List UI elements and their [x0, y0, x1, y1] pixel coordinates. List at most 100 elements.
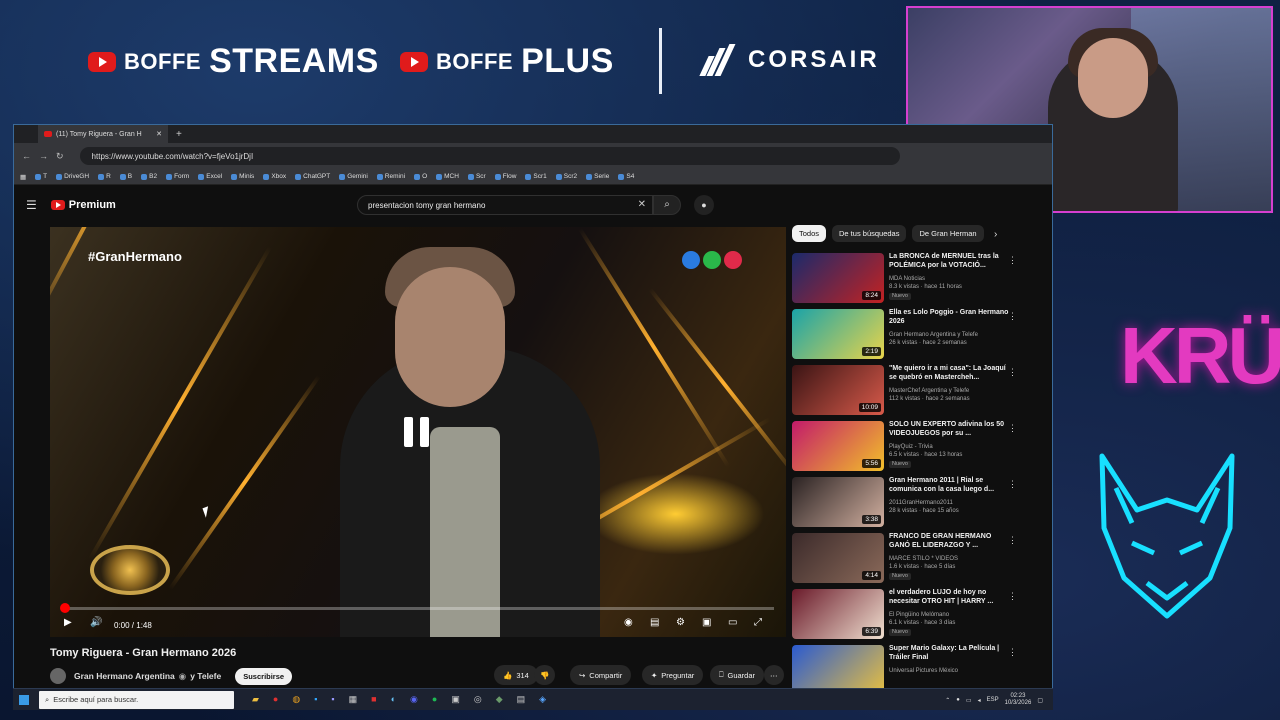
bookmark-item[interactable]: Scr1	[525, 173, 547, 180]
video-thumbnail[interactable]: 8:24	[792, 253, 884, 303]
bookmark-item[interactable]: O	[414, 173, 427, 180]
recommendation-title[interactable]: Ella es Lolo Poggio - Gran Hermano 2026	[889, 308, 1009, 327]
premiere-icon[interactable]: ▪	[331, 694, 334, 705]
app-icon[interactable]: ◎	[474, 694, 482, 705]
voice-search-icon[interactable]: ●	[694, 195, 714, 215]
ask-button[interactable]: ✦ Preguntar	[642, 665, 704, 685]
bookmark-item[interactable]: Form	[166, 173, 189, 180]
recommendation-title[interactable]: SOLO UN EXPERTO adivina los 50 VIDEOJUEG…	[889, 420, 1009, 439]
chevron-right-icon[interactable]: ›	[994, 229, 997, 240]
filter-chip[interactable]: Todos	[792, 225, 827, 242]
mic-icon[interactable]: ●	[956, 697, 960, 703]
like-button[interactable]: 👍 314	[494, 665, 538, 685]
bookmark-item[interactable]: Minis	[231, 173, 254, 180]
recommendation-channel[interactable]: Universal Pictures México	[889, 667, 1014, 675]
fullscreen-icon[interactable]: ⤢	[754, 617, 762, 628]
cast-icon[interactable]: ▭	[728, 617, 737, 628]
recommendation-title[interactable]: La BRONCA de MERNUEL tras la POLÉMICA po…	[889, 252, 1009, 271]
app-icon[interactable]: ◈	[539, 694, 546, 705]
calculator-icon[interactable]: ▦	[349, 694, 358, 705]
youtube-premium-logo[interactable]: Premium	[50, 199, 116, 211]
progress-scrubber[interactable]	[60, 603, 70, 613]
autoplay-toggle-icon[interactable]: ◉	[624, 617, 633, 628]
app-icon[interactable]: ▣	[451, 694, 460, 705]
recommendation-title[interactable]: "Me quiero ir a mi casa": La Joaquí se q…	[889, 364, 1009, 383]
taskbar-search[interactable]: ⌕ Escribe aquí para buscar.	[39, 690, 234, 709]
recommendation-item[interactable]: 4:14 FRANCO DE GRAN HERMANO GANÓ EL LIDER…	[792, 531, 1032, 587]
recommendation-channel[interactable]: 2011GranHermano2011	[889, 499, 1014, 507]
bookmark-item[interactable]: MCH	[436, 173, 459, 180]
bookmark-item[interactable]: R	[98, 173, 111, 180]
clear-search-icon[interactable]: ✕	[638, 199, 646, 210]
pause-overlay-icon[interactable]	[404, 417, 430, 447]
search-button[interactable]: ⌕	[653, 195, 681, 215]
video-thumbnail[interactable]: 2:19	[792, 309, 884, 359]
back-icon[interactable]: ←	[22, 151, 31, 161]
recommendation-channel[interactable]: PlayQuiz - Trivia	[889, 443, 1014, 451]
more-options-icon[interactable]: ⋮	[1008, 311, 1017, 322]
chrome-icon[interactable]: ◍	[292, 694, 300, 705]
language-indicator[interactable]: ESP	[987, 697, 999, 703]
network-icon[interactable]: ▭	[966, 697, 972, 704]
miniplayer-icon[interactable]: ▣	[702, 617, 711, 628]
bookmark-item[interactable]: Remini	[376, 173, 405, 180]
spotify-icon[interactable]: ●	[432, 694, 437, 705]
speaker-icon[interactable]: ◂	[978, 697, 981, 704]
url-input[interactable]: https://www.youtube.com/watch?v=fjeVo1jr…	[79, 147, 900, 165]
recommendation-item[interactable]: 2:19 Ella es Lolo Poggio - Gran Hermano 2…	[792, 307, 1032, 363]
recommendation-item[interactable]: 3:38 Gran Hermano 2011 | Rial se comunica…	[792, 475, 1032, 531]
bookmark-item[interactable]: S4	[618, 173, 634, 180]
bookmark-item[interactable]: ChatGPT	[295, 173, 330, 180]
forward-icon[interactable]: →	[39, 151, 48, 161]
bookmark-item[interactable]: DriveGH	[56, 173, 89, 180]
video-thumbnail[interactable]: 3:38	[792, 477, 884, 527]
windows-start-icon[interactable]	[19, 694, 29, 705]
filter-chip[interactable]: De Gran Herman	[912, 225, 984, 242]
recommendation-item[interactable]: 5:56 SOLO UN EXPERTO adivina los 50 VIDEO…	[792, 419, 1032, 475]
recommendation-channel[interactable]: El Pingüino Melómano	[889, 611, 1014, 619]
discord-icon[interactable]: ◉	[410, 694, 418, 705]
recommendation-channel[interactable]: MasterChef Argentina y Telefe	[889, 387, 1014, 395]
recommendation-item[interactable]: 6:39 el verdadero LUJO de hoy no necesita…	[792, 587, 1032, 643]
new-tab-button[interactable]: +	[176, 129, 182, 140]
recommendation-title[interactable]: el verdadero LUJO de hoy no necesitar OT…	[889, 588, 1009, 607]
more-options-icon[interactable]: ⋮	[1008, 591, 1017, 602]
bookmark-item[interactable]: Excel	[198, 173, 222, 180]
recommendation-title[interactable]: Super Mario Galaxy: La Película | Tráile…	[889, 644, 1009, 663]
channel-collab[interactable]: y Telefe	[190, 671, 221, 681]
recommendation-channel[interactable]: MDA Noticias	[889, 275, 1014, 283]
recommendation-title[interactable]: FRANCO DE GRAN HERMANO GANÓ EL LIDERAZGO…	[889, 532, 1009, 551]
more-options-icon[interactable]: ⋮	[1008, 535, 1017, 546]
video-thumbnail[interactable]: 10:09	[792, 365, 884, 415]
search-input[interactable]: presentacion tomy gran hermano ✕	[357, 195, 653, 215]
recommendation-item[interactable]: 10:09 "Me quiero ir a mi casa": La Joaquí…	[792, 363, 1032, 419]
bookmark-item[interactable]: Flow	[494, 173, 516, 180]
dislike-button[interactable]: 👎	[534, 665, 556, 685]
more-options-icon[interactable]: ⋮	[1008, 255, 1017, 266]
video-thumbnail[interactable]: 6:39	[792, 589, 884, 639]
file-explorer-icon[interactable]: ▰	[252, 694, 259, 705]
progress-bar[interactable]	[60, 603, 774, 613]
bookmark-item[interactable]: B2	[141, 173, 157, 180]
more-options-icon[interactable]: ⋮	[1008, 479, 1017, 490]
recommendation-item[interactable]: 8:24 La BRONCA de MERNUEL tras la POLÉMIC…	[792, 251, 1032, 307]
clock[interactable]: 02:23 10/3/2026	[1005, 693, 1032, 707]
volume-icon[interactable]: 🔊	[90, 617, 102, 628]
more-actions-button[interactable]: ⋯	[764, 665, 784, 685]
photoshop-icon[interactable]: ▪	[314, 694, 317, 705]
settings-icon[interactable]: ⚙	[676, 617, 685, 628]
recommendation-channel[interactable]: Gran Hermano Argentina y Telefe	[889, 331, 1014, 339]
channel-avatar[interactable]	[50, 668, 66, 684]
recommendation-channel[interactable]: MARCE STILO * VIDEOS	[889, 555, 1014, 563]
more-options-icon[interactable]: ⋮	[1008, 647, 1017, 658]
video-thumbnail[interactable]: 5:56	[792, 421, 884, 471]
steam-icon[interactable]: ◐	[391, 694, 396, 705]
apps-icon[interactable]: ▦	[20, 173, 26, 181]
share-button[interactable]: ↪ Compartir	[570, 665, 632, 685]
video-thumbnail[interactable]: 4:14	[792, 533, 884, 583]
play-icon[interactable]: ▶	[64, 617, 72, 628]
app-icon[interactable]: ■	[371, 694, 376, 705]
app-icon[interactable]: ●	[273, 694, 278, 705]
channel-name[interactable]: Gran Hermano Argentina	[74, 671, 175, 681]
save-button[interactable]: ⎕ Guardar	[710, 665, 765, 685]
